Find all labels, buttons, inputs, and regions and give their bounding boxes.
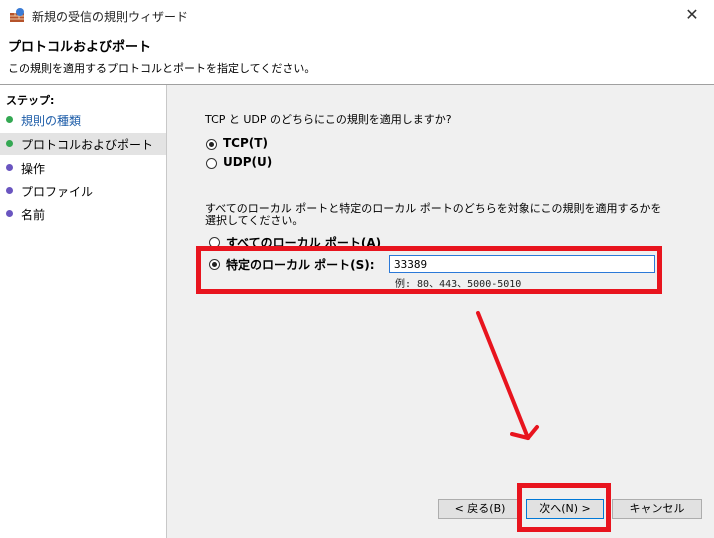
cancel-button[interactable]: キャンセル xyxy=(612,499,702,519)
specific-ports-radio[interactable] xyxy=(209,259,220,270)
step-name: 名前 xyxy=(0,203,166,225)
step-action: 操作 xyxy=(0,157,166,179)
step-label: 規則の種類 xyxy=(21,114,82,128)
page-title: プロトコルおよびポート xyxy=(8,40,152,55)
specific-ports-label[interactable]: 特定のローカル ポート(S): xyxy=(226,256,375,273)
ports-question: すべてのローカル ポートと特定のローカル ポートのどちらを対象にこの規則を適用す… xyxy=(205,202,662,227)
step-label: プロファイル xyxy=(21,185,94,199)
close-button[interactable]: ✕ xyxy=(670,0,714,30)
wizard-header: プロトコルおよびポート この規則を適用するプロトコルとポートを指定してください。 xyxy=(0,30,714,85)
tcp-label[interactable]: TCP(T) xyxy=(223,136,268,150)
all-ports-label[interactable]: すべてのローカル ポート(A) xyxy=(226,234,381,251)
step-rule-type[interactable]: 規則の種類 xyxy=(0,109,166,131)
page-description: この規則を適用するプロトコルとポートを指定してください。 xyxy=(8,62,316,75)
step-protocol-port[interactable]: プロトコルおよびポート xyxy=(0,133,166,155)
specific-ports-input[interactable]: 33389 xyxy=(389,255,655,273)
tcp-radio[interactable] xyxy=(206,139,217,150)
window-title: 新規の受信の規則ウィザード xyxy=(32,10,189,24)
udp-label[interactable]: UDP(U) xyxy=(223,155,272,169)
wizard-content: TCP と UDP のどちらにこの規則を適用しますか? TCP(T) UDP(U… xyxy=(167,85,714,538)
step-current-dot-icon xyxy=(6,140,13,147)
title-bar: 新規の受信の規則ウィザード ✕ xyxy=(0,0,714,30)
step-label: 名前 xyxy=(21,208,46,222)
steps-heading: ステップ: xyxy=(6,94,55,107)
ports-example-hint: 例: 80、443、5000-5010 xyxy=(395,279,522,290)
step-profile: プロファイル xyxy=(0,180,166,202)
steps-sidebar: ステップ: 規則の種類 プロトコルおよびポート 操作 プロファイル 名前 xyxy=(0,85,167,538)
all-ports-radio[interactable] xyxy=(209,237,220,248)
step-pending-dot-icon xyxy=(6,210,13,217)
next-button[interactable]: 次へ(N) > xyxy=(526,499,604,519)
step-pending-dot-icon xyxy=(6,164,13,171)
back-button[interactable]: < 戻る(B) xyxy=(438,499,522,519)
step-pending-dot-icon xyxy=(6,187,13,194)
step-label: 操作 xyxy=(21,162,46,176)
step-complete-dot-icon xyxy=(6,116,13,123)
udp-radio[interactable] xyxy=(206,158,217,169)
close-icon: ✕ xyxy=(685,5,699,24)
protocol-question: TCP と UDP のどちらにこの規則を適用しますか? xyxy=(205,113,452,126)
firewall-app-icon xyxy=(10,8,24,22)
step-label: プロトコルおよびポート xyxy=(21,138,154,152)
